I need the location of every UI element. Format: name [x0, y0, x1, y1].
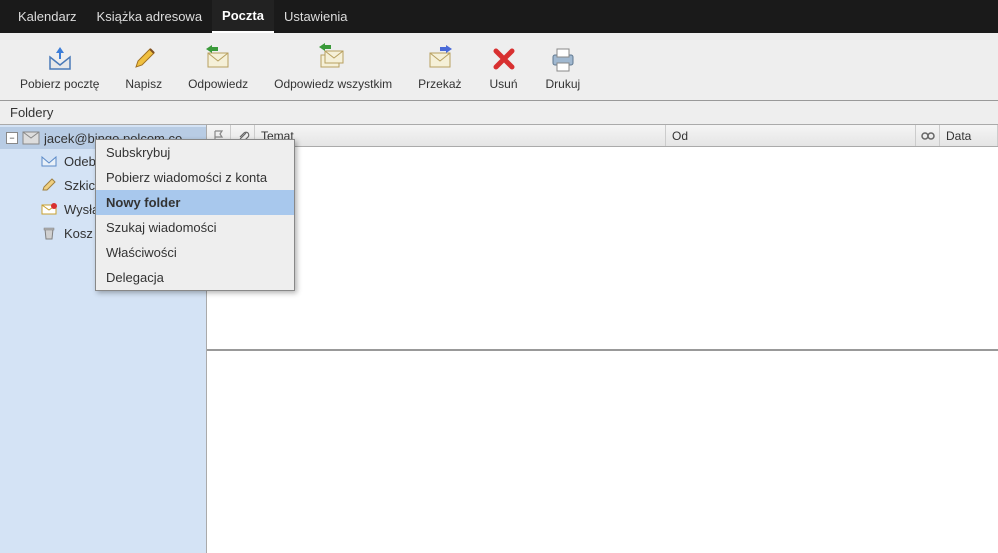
inbox-icon — [40, 153, 58, 169]
print-icon — [547, 43, 579, 75]
trash-icon — [40, 225, 58, 241]
link-icon — [920, 129, 936, 143]
col-from[interactable]: Od — [666, 125, 916, 146]
folder-trash-label: Kosz — [64, 226, 93, 241]
account-icon — [22, 130, 40, 146]
ctx-get-account-mail[interactable]: Pobierz wiadomości z konta — [96, 165, 294, 190]
forward-label: Przekaż — [418, 77, 461, 91]
ctx-delegation[interactable]: Delegacja — [96, 265, 294, 290]
nav-calendar[interactable]: Kalendarz — [8, 1, 87, 32]
col-link[interactable] — [916, 125, 940, 146]
col-subject[interactable]: Temat — [255, 125, 666, 146]
reply-button[interactable]: Odpowiedz — [178, 39, 258, 95]
folder-sidebar: − jacek@bingo.polcom.co Odebrane — [0, 125, 207, 553]
reply-icon — [202, 43, 234, 75]
forward-button[interactable]: Przekaż — [408, 39, 471, 95]
preview-pane — [207, 349, 998, 553]
sent-icon — [40, 201, 58, 217]
reply-all-icon — [317, 43, 349, 75]
content-area: − jacek@bingo.polcom.co Odebrane — [0, 125, 998, 553]
ctx-new-folder[interactable]: Nowy folder — [96, 190, 294, 215]
nav-mail[interactable]: Poczta — [212, 0, 274, 33]
collapse-icon[interactable]: − — [6, 132, 18, 144]
column-headers: Temat Od Data — [207, 125, 998, 147]
ctx-subscribe[interactable]: Subskrybuj — [96, 140, 294, 165]
compose-icon — [128, 43, 160, 75]
compose-label: Napisz — [125, 77, 162, 91]
message-list[interactable] — [207, 147, 998, 349]
delete-button[interactable]: Usuń — [478, 39, 530, 95]
col-date[interactable]: Data — [940, 125, 998, 146]
reply-label: Odpowiedz — [188, 77, 248, 91]
sidebar-header: Foldery — [0, 101, 998, 125]
delete-icon — [488, 43, 520, 75]
reply-all-label: Odpowiedz wszystkim — [274, 77, 392, 91]
top-nav: Kalendarz Książka adresowa Poczta Ustawi… — [0, 0, 998, 33]
compose-button[interactable]: Napisz — [115, 39, 172, 95]
drafts-icon — [40, 177, 58, 193]
print-button[interactable]: Drukuj — [536, 39, 591, 95]
get-mail-button[interactable]: Pobierz pocztę — [10, 39, 109, 95]
reply-all-button[interactable]: Odpowiedz wszystkim — [264, 39, 402, 95]
main-panel: Temat Od Data — [207, 125, 998, 553]
ctx-search[interactable]: Szukaj wiadomości — [96, 215, 294, 240]
forward-icon — [424, 43, 456, 75]
nav-settings[interactable]: Ustawienia — [274, 1, 358, 32]
toolbar: Pobierz pocztę Napisz Odpowiedz Odpowied… — [0, 33, 998, 101]
print-label: Drukuj — [546, 77, 581, 91]
ctx-properties[interactable]: Właściwości — [96, 240, 294, 265]
get-mail-icon — [44, 43, 76, 75]
context-menu: Subskrybuj Pobierz wiadomości z konta No… — [95, 139, 295, 291]
delete-label: Usuń — [490, 77, 518, 91]
nav-addressbook[interactable]: Książka adresowa — [87, 1, 213, 32]
get-mail-label: Pobierz pocztę — [20, 77, 99, 91]
